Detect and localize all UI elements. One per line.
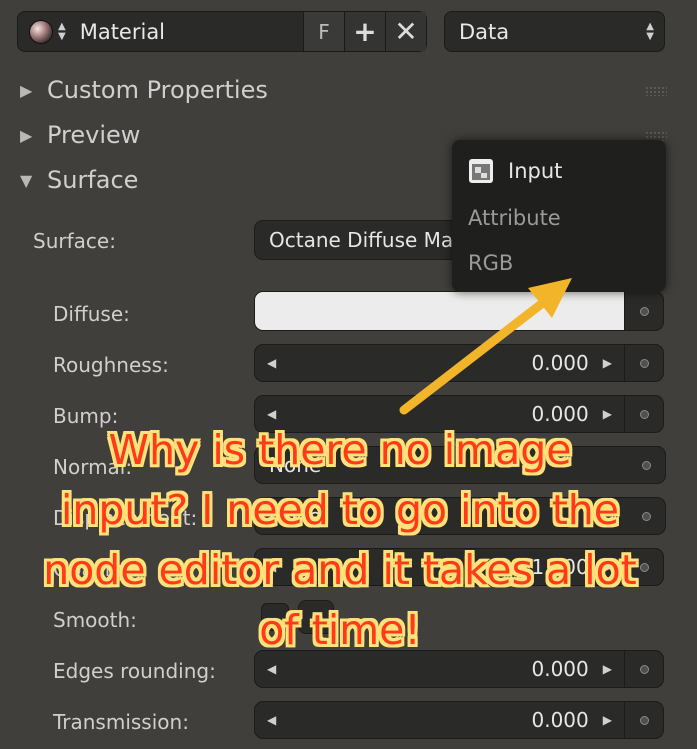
annotation-arrow bbox=[399, 278, 572, 415]
